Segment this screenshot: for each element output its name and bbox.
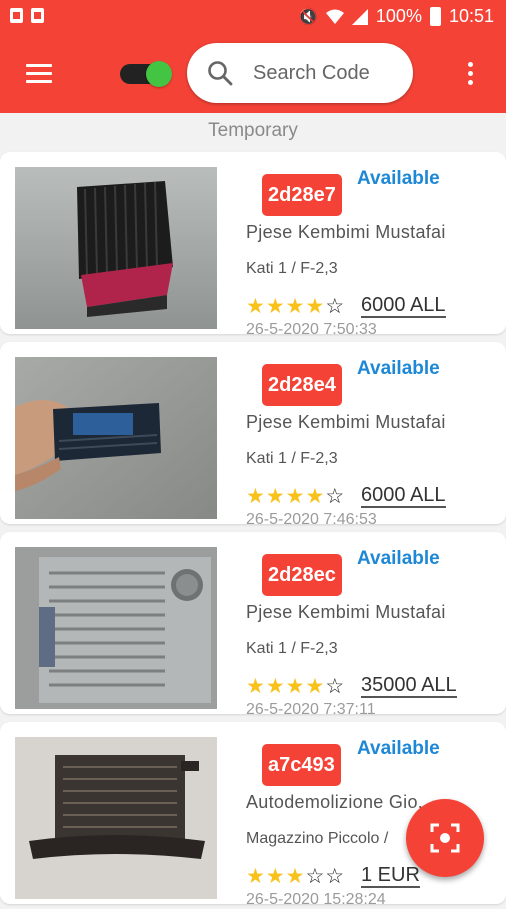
rating-stars: ★★★☆☆ — [246, 865, 346, 888]
battery-percentage: 100% — [375, 6, 422, 26]
scan-code-button[interactable] — [406, 799, 484, 877]
search-icon — [208, 61, 233, 86]
timestamp: 26-5-2020 7:37:11 — [246, 701, 376, 718]
battery-icon — [429, 7, 441, 26]
list-item[interactable]: 2d28e7 Available Pjese Kembimi Mustafai … — [0, 152, 506, 338]
availability-status: Available — [357, 548, 440, 569]
price: 6000 ALL — [361, 484, 446, 508]
status-bar: 🔇 100% 10:51 — [0, 0, 506, 34]
storage-location: Kati 1 / F-2,3 — [246, 640, 338, 657]
section-label: Temporary — [208, 120, 298, 141]
scan-code-icon — [430, 823, 460, 853]
rating-stars: ★★★★☆ — [246, 675, 346, 698]
storage-location: Magazzino Piccolo / — [246, 830, 389, 847]
hamburger-menu-icon[interactable] — [26, 64, 52, 84]
part-thumbnail — [15, 547, 217, 709]
timestamp: 26-5-2020 7:50:33 — [246, 321, 377, 338]
mode-toggle[interactable] — [120, 61, 172, 87]
availability-status: Available — [357, 168, 440, 189]
search-bar[interactable] — [187, 43, 413, 103]
timestamp: 26-5-2020 15:28:24 — [246, 891, 386, 908]
price: 6000 ALL — [361, 294, 446, 318]
part-thumbnail — [15, 167, 217, 329]
timestamp: 26-5-2020 7:46:53 — [246, 511, 377, 528]
rating-stars: ★★★★☆ — [246, 295, 346, 318]
sim-card-icon — [31, 8, 44, 23]
part-thumbnail — [15, 357, 217, 519]
list-item[interactable]: 2d28ec Available Pjese Kembimi Mustafai … — [0, 532, 506, 718]
list-item[interactable]: 2d28e4 Available Pjese Kembimi Mustafai … — [0, 342, 506, 528]
status-system: 🔇 100% 10:51 — [298, 6, 494, 27]
availability-status: Available — [357, 358, 440, 379]
search-input[interactable] — [251, 57, 405, 89]
availability-status: Available — [357, 738, 440, 759]
app-bar — [0, 34, 506, 113]
part-code-badge: 2d28ec — [262, 554, 342, 596]
rating-stars: ★★★★☆ — [246, 485, 346, 508]
shop-name: Pjese Kembimi Mustafai — [246, 412, 446, 432]
price: 1 EUR — [361, 864, 420, 888]
part-code-badge: a7c493 — [262, 744, 341, 786]
wifi-icon — [325, 9, 344, 24]
storage-location: Kati 1 / F-2,3 — [246, 450, 338, 467]
shop-name: Pjese Kembimi Mustafai — [246, 602, 446, 622]
mute-icon: 🔇 — [297, 8, 318, 26]
part-code-badge: 2d28e4 — [262, 364, 342, 406]
price: 35000 ALL — [361, 674, 457, 698]
part-code-badge: 2d28e7 — [262, 174, 342, 216]
shop-name: Pjese Kembimi Mustafai — [246, 222, 446, 242]
storage-location: Kati 1 / F-2,3 — [246, 260, 338, 277]
notification-icon — [10, 8, 23, 23]
toggle-knob — [146, 61, 172, 87]
part-thumbnail — [15, 737, 217, 899]
clock: 10:51 — [448, 6, 494, 26]
status-notifications — [10, 8, 44, 23]
shop-name: Autodemolizione Gio... — [246, 792, 434, 812]
signal-icon — [351, 8, 368, 25]
more-vert-icon[interactable] — [468, 62, 476, 88]
